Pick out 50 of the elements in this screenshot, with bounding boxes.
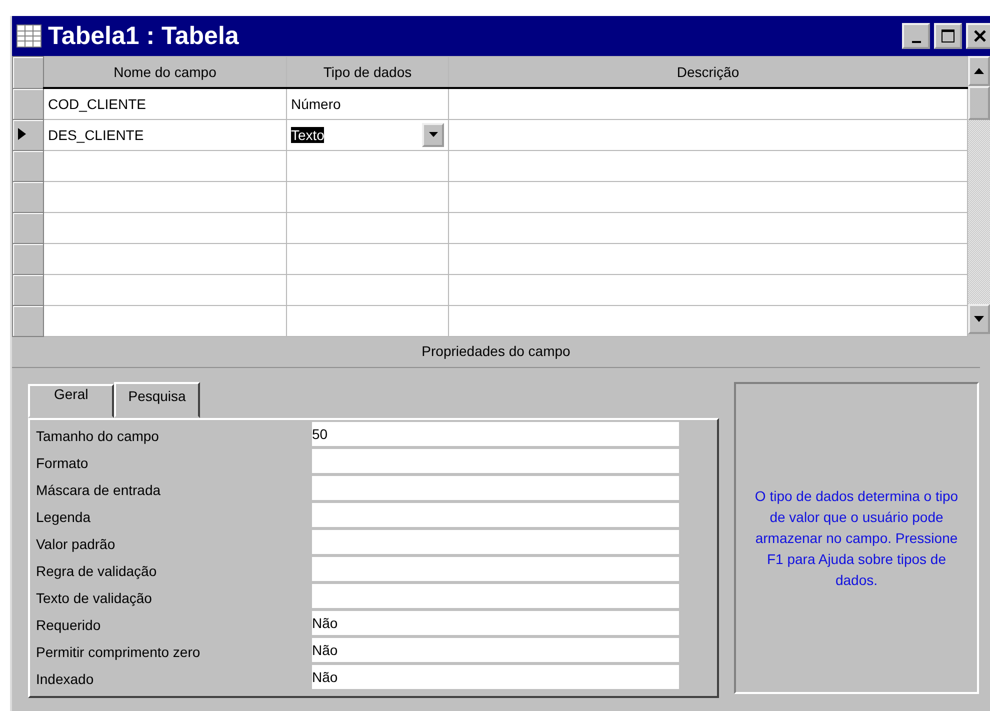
column-header[interactable]: Descrição [448,56,968,88]
scroll-down-button[interactable] [968,304,990,334]
down-arrow-icon [974,316,984,322]
section-title: Propriedades do campo [12,337,980,368]
property-label: Regra de validação [36,562,158,578]
property-field[interactable]: Não [312,611,679,638]
property-label: Formato [36,454,90,470]
maximize-button[interactable] [934,23,962,49]
tab[interactable]: Geral [28,384,114,418]
property-field[interactable]: Não [312,638,679,665]
property-field[interactable]: 50 [312,422,679,449]
up-arrow-icon [974,68,984,74]
help-text: O tipo de dados determina o tipo de valor que o usuário pode armazenar no campo. Pressione F1 para Ajuda sobre tipos de dados. [754,486,960,590]
property-field[interactable] [312,449,679,476]
property-field[interactable] [312,476,679,503]
property-label: Requerido [36,616,102,632]
scroll-up-button[interactable] [968,56,990,86]
dropdown-button[interactable] [422,123,444,147]
column-header[interactable]: Nome do campo [44,56,286,88]
minimize-icon [912,41,920,43]
scroll-thumb[interactable] [968,86,990,120]
maximize-icon [941,29,955,43]
tab[interactable]: Pesquisa [114,382,200,418]
selected-text: Texto [291,127,324,143]
property-label: Texto de validação [36,590,153,606]
table-icon [16,24,42,48]
property-label: Valor padrão [36,536,116,552]
table-cell: DES_CLIENTE [44,120,286,150]
window-title: Tabela1 : Tabela [48,22,240,50]
property-label: Indexado [36,670,95,686]
column-header[interactable]: Tipo de dados [286,56,448,88]
property-label: Legenda [36,508,92,524]
row-selector-header [12,56,44,88]
property-field[interactable] [312,503,679,530]
table-cell: COD_CLIENTE [44,88,286,120]
close-button[interactable] [966,23,990,49]
table-cell: Número [291,96,341,112]
row-selector[interactable] [12,120,44,150]
caret-icon [428,132,438,138]
property-label: Permitir comprimento zero [36,644,202,660]
pointer-icon [17,126,27,140]
property-field[interactable] [312,584,679,611]
close-icon [973,29,987,43]
minimize-button[interactable] [902,23,930,49]
property-label: Tamanho do campo [36,428,160,444]
property-field[interactable] [312,530,679,557]
property-field[interactable]: Não [312,665,679,692]
property-field[interactable] [312,557,679,584]
scrollbar[interactable] [968,56,990,334]
property-label: Máscara de entrada [36,482,162,498]
